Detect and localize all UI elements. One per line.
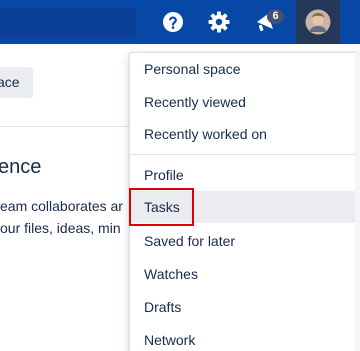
menu-separator: [130, 154, 360, 155]
menu-item-personal-space[interactable]: Personal space: [130, 53, 360, 85]
menu-scrollbar[interactable]: [355, 52, 360, 351]
menu-item-profile[interactable]: Profile: [130, 159, 360, 191]
menu-item-recently-viewed[interactable]: Recently viewed: [130, 86, 360, 118]
help-icon[interactable]: [158, 7, 188, 37]
notification-count-badge: 6: [267, 9, 284, 24]
gear-icon[interactable]: [204, 7, 234, 37]
space-chip[interactable]: ace: [0, 67, 33, 98]
intro-text-line: our files, ideas, min: [0, 220, 121, 236]
menu-item-tasks[interactable]: Tasks: [130, 191, 360, 223]
menu-item-recently-worked-on[interactable]: Recently worked on: [130, 118, 360, 150]
avatar[interactable]: [296, 0, 340, 44]
top-navigation-bar: 6: [0, 0, 360, 44]
search-field[interactable]: [0, 8, 136, 37]
menu-item-watches[interactable]: Watches: [130, 258, 360, 290]
menu-item-drafts[interactable]: Drafts: [130, 291, 360, 323]
divider: [0, 126, 135, 127]
menu-item-saved-for-later[interactable]: Saved for later: [130, 225, 360, 257]
page-heading: ence: [0, 156, 42, 178]
intro-text-line: eam collaborates ar: [0, 198, 123, 214]
profile-dropdown-menu: Personal space Recently viewed Recently …: [129, 52, 360, 351]
menu-item-network[interactable]: Network: [130, 324, 360, 351]
